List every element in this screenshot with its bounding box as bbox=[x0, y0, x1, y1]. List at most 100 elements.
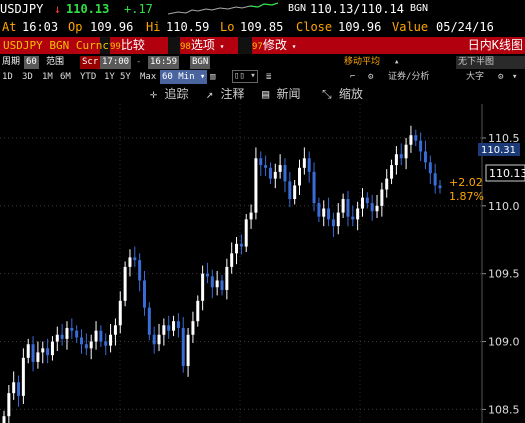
period-5y[interactable]: 5Y bbox=[120, 70, 131, 84]
y-tick-label: 109.5 bbox=[488, 268, 520, 281]
period-1y[interactable]: 1Y bbox=[104, 70, 115, 84]
candle-body bbox=[176, 321, 180, 328]
candle-body bbox=[230, 253, 234, 267]
period-max[interactable]: Max bbox=[140, 70, 156, 84]
change-abs: +2.02 bbox=[449, 176, 483, 189]
candle-body bbox=[186, 334, 190, 366]
candle-body bbox=[278, 165, 282, 172]
source-input[interactable]: BGN bbox=[190, 56, 211, 69]
period-6m[interactable]: 6M bbox=[60, 70, 71, 84]
ruler-icon[interactable]: ⌐ bbox=[350, 70, 355, 84]
candle-body bbox=[7, 393, 11, 417]
high-value: 110.59 bbox=[166, 20, 210, 34]
at-value: 16:03 bbox=[22, 20, 59, 34]
candle-body bbox=[283, 165, 287, 182]
candlestick-chart[interactable]: 110.5110.0109.5109.0108.5 110.31 110.13 … bbox=[0, 104, 525, 423]
time-separator: - bbox=[136, 57, 142, 67]
track-tool[interactable]: ✛ 追踪 bbox=[150, 84, 188, 104]
candle-body bbox=[264, 165, 268, 168]
candle-body bbox=[259, 158, 263, 166]
candle-body bbox=[2, 416, 6, 423]
candle-body bbox=[55, 334, 59, 342]
line-chart-icon[interactable]: ▥ bbox=[210, 70, 215, 84]
moving-average-button[interactable]: 移动平均 bbox=[342, 56, 382, 69]
candle-body bbox=[293, 185, 297, 200]
big-font-button[interactable]: 大字 bbox=[466, 70, 484, 84]
candle-body bbox=[375, 205, 379, 212]
candle-body bbox=[268, 167, 272, 179]
open-value: 109.96 bbox=[90, 20, 134, 34]
down-arrow-icon: ↓ bbox=[54, 2, 62, 16]
candle-body bbox=[46, 348, 50, 356]
candle-body bbox=[65, 327, 69, 339]
candle-body bbox=[128, 257, 132, 267]
options-num: 98 bbox=[180, 42, 191, 52]
period-ytd[interactable]: YTD bbox=[80, 70, 96, 84]
candle-body bbox=[50, 341, 54, 356]
candle-body bbox=[172, 321, 176, 331]
candle-body bbox=[239, 243, 243, 247]
scr-button[interactable]: Scr bbox=[80, 56, 101, 69]
candle-body bbox=[104, 341, 108, 346]
candle-body bbox=[191, 321, 195, 335]
sparkline bbox=[168, 2, 278, 15]
zoom-label: 缩放 bbox=[338, 87, 363, 101]
high-label: Hi bbox=[146, 20, 161, 34]
gear-icon[interactable]: ⚙ bbox=[498, 70, 503, 84]
candle-body bbox=[298, 167, 302, 186]
open-label: Op bbox=[68, 20, 83, 34]
range-label: 范围 bbox=[46, 57, 65, 67]
securities-analysis-button[interactable]: 证券/分析 bbox=[388, 70, 429, 84]
options-button[interactable]: 98选项 ▾ bbox=[180, 37, 238, 54]
end-time-input[interactable]: 16:59 bbox=[148, 56, 180, 69]
table-icon[interactable]: ≣ bbox=[266, 70, 271, 84]
candle-body bbox=[327, 208, 331, 220]
candle-body bbox=[167, 325, 171, 331]
candle-body bbox=[113, 325, 117, 335]
dropdown-icon: ▾ bbox=[286, 42, 297, 51]
period-1d[interactable]: 1D bbox=[2, 70, 13, 84]
settings-icon[interactable]: ⚙ bbox=[368, 70, 373, 84]
grid bbox=[0, 104, 482, 423]
ticker-line: USDJPY ↓ 110.13 +.17 BGN 110.13/110.14 B… bbox=[0, 0, 525, 18]
expand-icon[interactable]: ▴ bbox=[392, 56, 401, 69]
candle-body bbox=[409, 135, 413, 145]
period-3d[interactable]: 3D bbox=[22, 70, 33, 84]
zoom-tool[interactable]: ⤡ 缩放 bbox=[322, 84, 363, 104]
candle-body bbox=[162, 325, 166, 335]
period-1m[interactable]: 1M bbox=[42, 70, 53, 84]
chart-title: 日内K线图 bbox=[310, 37, 525, 54]
candle-body bbox=[419, 140, 423, 152]
candle-body bbox=[385, 178, 389, 190]
candle-body bbox=[356, 208, 360, 220]
more-icon[interactable]: ▾ bbox=[512, 70, 517, 84]
candle-body bbox=[380, 189, 384, 206]
compare-button[interactable]: 99比较 bbox=[110, 37, 168, 54]
period-row: 1D 3D 1M 6M YTD 1Y 5Y Max 60 Min ▾ ▥ ▯▯ … bbox=[0, 70, 525, 84]
annotate-tool[interactable]: ↗ 注释 bbox=[206, 84, 244, 104]
start-time-input[interactable]: 17:00 bbox=[100, 56, 132, 69]
chart-type-icon[interactable]: ▯▯ ▾ bbox=[232, 70, 258, 83]
at-label: At bbox=[2, 20, 17, 34]
bid-ask: 110.13/110.14 bbox=[310, 2, 404, 16]
candle-body bbox=[123, 266, 127, 301]
zoom-icon: ⤡ bbox=[322, 87, 332, 101]
value-date: 05/24/16 bbox=[436, 20, 494, 34]
modify-button[interactable]: 97修改 ▾ bbox=[252, 37, 310, 54]
period-label: 周期 bbox=[2, 57, 21, 67]
security-field[interactable]: USDJPY BGN Curncy bbox=[0, 37, 116, 54]
candle-body bbox=[210, 276, 214, 288]
news-tool[interactable]: ▤ 新闻 bbox=[262, 84, 300, 104]
source-label: BGN bbox=[288, 3, 307, 14]
interval-select[interactable]: 60 Min ▾ bbox=[160, 70, 208, 84]
candle-body bbox=[205, 273, 209, 277]
source-label-2: BGN bbox=[410, 3, 429, 14]
candle-body bbox=[31, 344, 35, 362]
dropdown-icon: ▾ bbox=[214, 42, 225, 51]
candle-body bbox=[215, 280, 219, 288]
candle-body bbox=[254, 158, 258, 213]
lower-chart-select[interactable]: 无下半图 bbox=[456, 56, 525, 69]
candle-body bbox=[404, 144, 408, 159]
candle-body bbox=[414, 135, 418, 141]
period-input[interactable]: 60 bbox=[24, 56, 39, 69]
